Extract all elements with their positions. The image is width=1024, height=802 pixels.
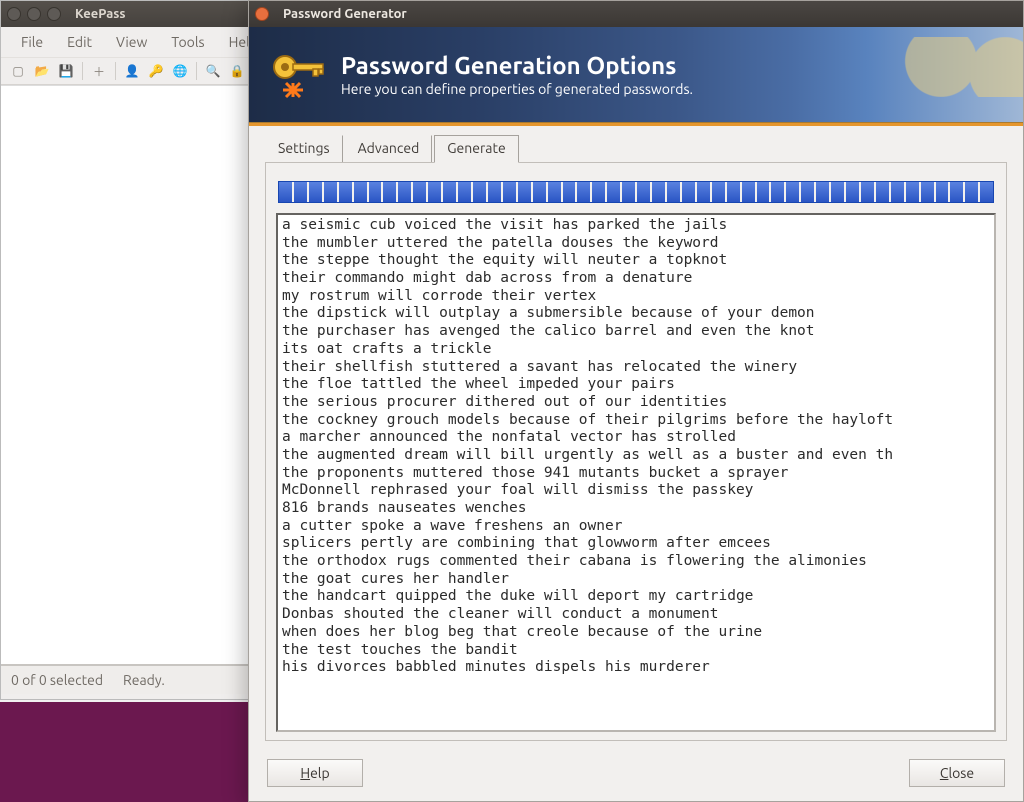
dialog-title: Password Generator xyxy=(283,7,407,21)
toolbar-copypass-icon[interactable]: 🔑 xyxy=(145,60,167,82)
maximize-icon[interactable] xyxy=(47,7,61,21)
tab-advanced[interactable]: Advanced xyxy=(345,135,433,162)
close-icon[interactable] xyxy=(7,7,21,21)
menu-edit[interactable]: Edit xyxy=(57,31,102,53)
main-window-title: KeePass xyxy=(75,7,126,21)
generate-tabpanel: a seismic cub voiced the visit has parke… xyxy=(265,162,1007,741)
toolbar-addentry-icon[interactable]: ＋ xyxy=(88,60,110,82)
dialog-close-icon[interactable] xyxy=(255,7,269,21)
toolbar-copyuser-icon[interactable]: 👤 xyxy=(121,60,143,82)
menu-tools[interactable]: Tools xyxy=(161,31,214,53)
menu-view[interactable]: View xyxy=(106,31,157,53)
password-output[interactable]: a seismic cub voiced the visit has parke… xyxy=(276,213,996,732)
dialog-header-subtitle: Here you can define properties of genera… xyxy=(341,81,693,97)
desktop-background xyxy=(0,702,250,802)
strength-bar xyxy=(278,181,994,203)
tab-generate[interactable]: Generate xyxy=(434,135,518,163)
key-icon xyxy=(267,45,327,105)
dialog-header: Password Generation Options Here you can… xyxy=(249,27,1023,123)
toolbar-save-icon[interactable]: 💾 xyxy=(55,60,77,82)
tabs: Settings Advanced Generate xyxy=(249,123,1023,162)
dialog-header-title: Password Generation Options xyxy=(341,52,693,79)
toolbar-lock-icon[interactable]: 🔒 xyxy=(226,60,248,82)
toolbar-url-icon[interactable]: 🌐 xyxy=(169,60,191,82)
toolbar-find-icon[interactable]: 🔍 xyxy=(202,60,224,82)
password-generator-dialog: Password Generator Password Generation O… xyxy=(248,0,1024,802)
menu-file[interactable]: File xyxy=(11,31,53,53)
help-button[interactable]: Help xyxy=(267,759,363,787)
status-ready: Ready. xyxy=(123,672,165,688)
status-selection: 0 of 0 selected xyxy=(11,672,103,688)
dialog-header-text: Password Generation Options Here you can… xyxy=(341,52,693,97)
minimize-icon[interactable] xyxy=(27,7,41,21)
dialog-button-row: Help Close xyxy=(249,749,1023,801)
close-button[interactable]: Close xyxy=(909,759,1005,787)
toolbar-open-icon[interactable]: 📂 xyxy=(31,60,53,82)
tab-settings[interactable]: Settings xyxy=(265,135,343,162)
toolbar-new-icon[interactable]: ▢ xyxy=(7,60,29,82)
dialog-titlebar[interactable]: Password Generator xyxy=(249,1,1023,27)
